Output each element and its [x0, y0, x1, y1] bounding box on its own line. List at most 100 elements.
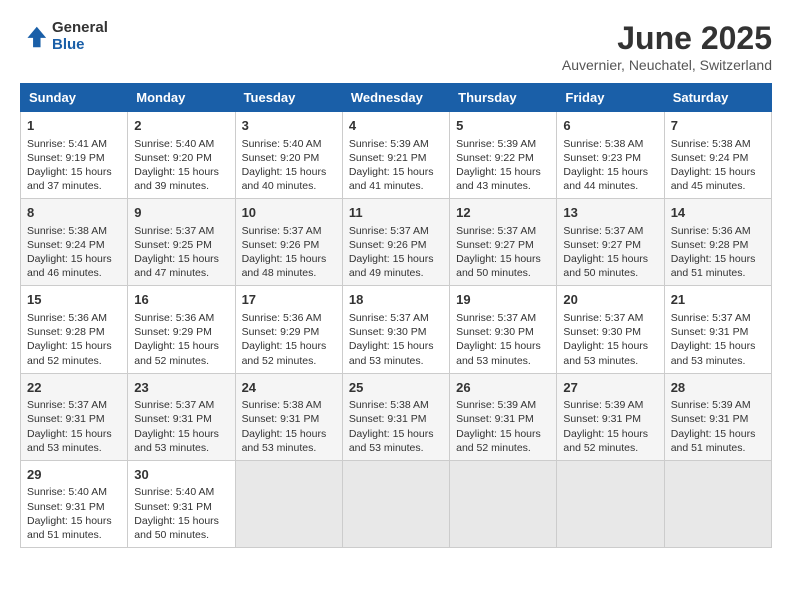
daylight-text: Daylight: 15 hours and 51 minutes.	[671, 252, 765, 280]
table-row	[450, 460, 557, 547]
sunrise-text: Sunrise: 5:36 AM	[27, 311, 121, 325]
sunset-text: Sunset: 9:31 PM	[27, 412, 121, 426]
header-wednesday: Wednesday	[342, 84, 449, 112]
day-number: 8	[27, 204, 121, 222]
daylight-text: Daylight: 15 hours and 52 minutes.	[456, 427, 550, 455]
day-number: 12	[456, 204, 550, 222]
sunrise-text: Sunrise: 5:38 AM	[563, 137, 657, 151]
title-area: June 2025 Auvernier, Neuchatel, Switzerl…	[562, 20, 772, 73]
sunrise-text: Sunrise: 5:37 AM	[134, 224, 228, 238]
sunset-text: Sunset: 9:22 PM	[456, 151, 550, 165]
table-row: 30Sunrise: 5:40 AMSunset: 9:31 PMDayligh…	[128, 460, 235, 547]
day-number: 5	[456, 117, 550, 135]
sunset-text: Sunset: 9:27 PM	[456, 238, 550, 252]
table-row	[664, 460, 771, 547]
table-row: 23Sunrise: 5:37 AMSunset: 9:31 PMDayligh…	[128, 373, 235, 460]
sunrise-text: Sunrise: 5:39 AM	[671, 398, 765, 412]
day-number: 22	[27, 379, 121, 397]
sunrise-text: Sunrise: 5:37 AM	[27, 398, 121, 412]
sunset-text: Sunset: 9:29 PM	[242, 325, 336, 339]
table-row: 4Sunrise: 5:39 AMSunset: 9:21 PMDaylight…	[342, 112, 449, 199]
table-row: 19Sunrise: 5:37 AMSunset: 9:30 PMDayligh…	[450, 286, 557, 373]
sunrise-text: Sunrise: 5:38 AM	[671, 137, 765, 151]
sunset-text: Sunset: 9:31 PM	[456, 412, 550, 426]
daylight-text: Daylight: 15 hours and 40 minutes.	[242, 165, 336, 193]
table-row: 17Sunrise: 5:36 AMSunset: 9:29 PMDayligh…	[235, 286, 342, 373]
sunrise-text: Sunrise: 5:37 AM	[456, 311, 550, 325]
daylight-text: Daylight: 15 hours and 46 minutes.	[27, 252, 121, 280]
day-number: 4	[349, 117, 443, 135]
sunset-text: Sunset: 9:19 PM	[27, 151, 121, 165]
daylight-text: Daylight: 15 hours and 51 minutes.	[671, 427, 765, 455]
day-number: 24	[242, 379, 336, 397]
sunrise-text: Sunrise: 5:38 AM	[27, 224, 121, 238]
table-row: 9Sunrise: 5:37 AMSunset: 9:25 PMDaylight…	[128, 199, 235, 286]
table-row: 3Sunrise: 5:40 AMSunset: 9:20 PMDaylight…	[235, 112, 342, 199]
table-row: 13Sunrise: 5:37 AMSunset: 9:27 PMDayligh…	[557, 199, 664, 286]
table-row: 26Sunrise: 5:39 AMSunset: 9:31 PMDayligh…	[450, 373, 557, 460]
daylight-text: Daylight: 15 hours and 53 minutes.	[349, 339, 443, 367]
daylight-text: Daylight: 15 hours and 45 minutes.	[671, 165, 765, 193]
logo: General Blue	[20, 20, 108, 53]
table-row: 25Sunrise: 5:38 AMSunset: 9:31 PMDayligh…	[342, 373, 449, 460]
day-number: 14	[671, 204, 765, 222]
sunset-text: Sunset: 9:30 PM	[349, 325, 443, 339]
day-number: 17	[242, 291, 336, 309]
day-number: 25	[349, 379, 443, 397]
sunrise-text: Sunrise: 5:40 AM	[134, 137, 228, 151]
sunrise-text: Sunrise: 5:36 AM	[242, 311, 336, 325]
table-row	[557, 460, 664, 547]
calendar-week-row: 15Sunrise: 5:36 AMSunset: 9:28 PMDayligh…	[21, 286, 772, 373]
daylight-text: Daylight: 15 hours and 53 minutes.	[242, 427, 336, 455]
header-thursday: Thursday	[450, 84, 557, 112]
logo-blue: Blue	[52, 37, 108, 54]
calendar-title: June 2025	[562, 20, 772, 57]
daylight-text: Daylight: 15 hours and 53 minutes.	[349, 427, 443, 455]
daylight-text: Daylight: 15 hours and 52 minutes.	[134, 339, 228, 367]
sunset-text: Sunset: 9:30 PM	[563, 325, 657, 339]
day-number: 19	[456, 291, 550, 309]
daylight-text: Daylight: 15 hours and 43 minutes.	[456, 165, 550, 193]
daylight-text: Daylight: 15 hours and 41 minutes.	[349, 165, 443, 193]
table-row: 27Sunrise: 5:39 AMSunset: 9:31 PMDayligh…	[557, 373, 664, 460]
logo-general: General	[52, 20, 108, 37]
table-row: 15Sunrise: 5:36 AMSunset: 9:28 PMDayligh…	[21, 286, 128, 373]
sunset-text: Sunset: 9:20 PM	[242, 151, 336, 165]
sunrise-text: Sunrise: 5:37 AM	[349, 311, 443, 325]
daylight-text: Daylight: 15 hours and 53 minutes.	[671, 339, 765, 367]
day-number: 26	[456, 379, 550, 397]
calendar-week-row: 29Sunrise: 5:40 AMSunset: 9:31 PMDayligh…	[21, 460, 772, 547]
day-number: 18	[349, 291, 443, 309]
table-row: 1Sunrise: 5:41 AMSunset: 9:19 PMDaylight…	[21, 112, 128, 199]
sunset-text: Sunset: 9:20 PM	[134, 151, 228, 165]
table-row: 12Sunrise: 5:37 AMSunset: 9:27 PMDayligh…	[450, 199, 557, 286]
day-number: 3	[242, 117, 336, 135]
table-row: 5Sunrise: 5:39 AMSunset: 9:22 PMDaylight…	[450, 112, 557, 199]
day-number: 20	[563, 291, 657, 309]
sunrise-text: Sunrise: 5:37 AM	[563, 224, 657, 238]
day-number: 9	[134, 204, 228, 222]
table-row: 7Sunrise: 5:38 AMSunset: 9:24 PMDaylight…	[664, 112, 771, 199]
sunset-text: Sunset: 9:31 PM	[671, 325, 765, 339]
table-row: 20Sunrise: 5:37 AMSunset: 9:30 PMDayligh…	[557, 286, 664, 373]
day-number: 30	[134, 466, 228, 484]
day-number: 10	[242, 204, 336, 222]
sunrise-text: Sunrise: 5:39 AM	[456, 398, 550, 412]
table-row: 11Sunrise: 5:37 AMSunset: 9:26 PMDayligh…	[342, 199, 449, 286]
sunrise-text: Sunrise: 5:38 AM	[349, 398, 443, 412]
header-friday: Friday	[557, 84, 664, 112]
daylight-text: Daylight: 15 hours and 50 minutes.	[456, 252, 550, 280]
table-row: 29Sunrise: 5:40 AMSunset: 9:31 PMDayligh…	[21, 460, 128, 547]
table-row: 21Sunrise: 5:37 AMSunset: 9:31 PMDayligh…	[664, 286, 771, 373]
day-number: 2	[134, 117, 228, 135]
daylight-text: Daylight: 15 hours and 52 minutes.	[27, 339, 121, 367]
table-row	[235, 460, 342, 547]
calendar-subtitle: Auvernier, Neuchatel, Switzerland	[562, 57, 772, 73]
daylight-text: Daylight: 15 hours and 50 minutes.	[563, 252, 657, 280]
header-tuesday: Tuesday	[235, 84, 342, 112]
header-monday: Monday	[128, 84, 235, 112]
calendar-week-row: 1Sunrise: 5:41 AMSunset: 9:19 PMDaylight…	[21, 112, 772, 199]
sunset-text: Sunset: 9:31 PM	[563, 412, 657, 426]
daylight-text: Daylight: 15 hours and 37 minutes.	[27, 165, 121, 193]
calendar-week-row: 8Sunrise: 5:38 AMSunset: 9:24 PMDaylight…	[21, 199, 772, 286]
